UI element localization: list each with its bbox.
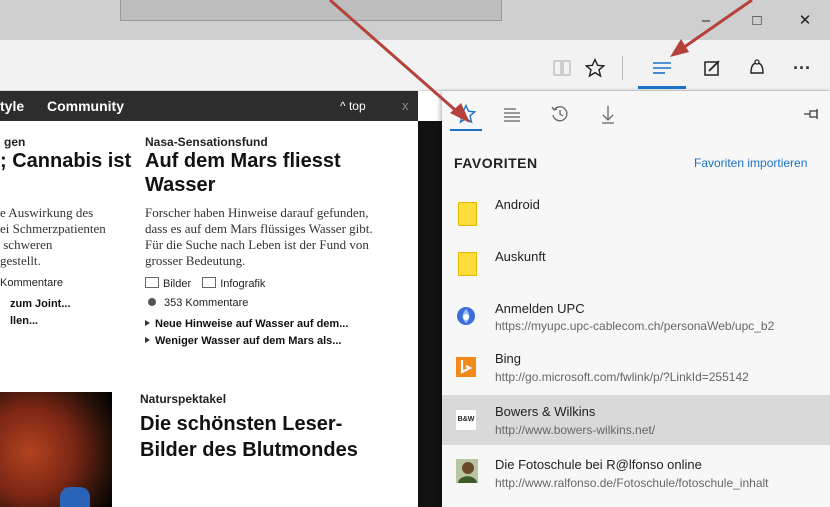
triangle-bullet-icon xyxy=(145,337,150,343)
left-article-headline[interactable]: ; Cannabis ist xyxy=(0,149,131,173)
article2-headline-line-1[interactable]: Die schönsten Leser- xyxy=(140,412,342,436)
hub-icon[interactable] xyxy=(648,54,676,82)
favorite-name: Die Fotoschule bei R@lfonso online xyxy=(495,457,702,472)
reading-list-tab-icon[interactable] xyxy=(498,100,526,128)
related-link-1[interactable]: Neue Hinweise auf Wasser auf dem... xyxy=(145,318,348,330)
favorite-url: http://www.ralfonso.de/Fotoschule/fotosc… xyxy=(495,476,769,490)
bilder-link[interactable]: Bilder xyxy=(163,278,191,290)
article-text-3: Für die Suche nach Leben ist der Fund vo… xyxy=(145,237,369,252)
article-headline-line-2[interactable]: Wasser xyxy=(145,173,215,197)
import-favorites-link[interactable]: Favoriten importieren xyxy=(694,156,807,170)
pin-icon[interactable] xyxy=(798,100,826,128)
bing-icon xyxy=(456,357,476,377)
close-button[interactable]: ✕ xyxy=(790,10,820,32)
page-dark-edge xyxy=(418,121,442,507)
folder-icon xyxy=(458,252,477,276)
favorite-item-bing[interactable]: Bing http://go.microsoft.com/fwlink/p/?L… xyxy=(442,345,830,395)
article-text-2: dass es auf dem Mars flüssiges Wasser gi… xyxy=(145,221,373,236)
favorite-item-auskunft[interactable]: Auskunft xyxy=(442,240,830,290)
favorite-url: https://myupc.upc-cablecom.ch/personaWeb… xyxy=(495,319,775,333)
folder-icon xyxy=(458,202,477,226)
favorite-item-bowers-wilkins[interactable]: B&W Bowers & Wilkins http://www.bowers-w… xyxy=(442,395,830,445)
downloads-tab-icon[interactable] xyxy=(594,100,622,128)
infographic-icon xyxy=(202,277,217,288)
article-headline-line-1[interactable]: Auf dem Mars fliesst xyxy=(145,149,341,173)
favorite-star-icon[interactable] xyxy=(581,54,609,82)
favorite-name: Android xyxy=(495,197,540,212)
left-related-link-2[interactable]: llen... xyxy=(10,315,38,327)
back-to-top-link[interactable]: ^ top xyxy=(340,99,366,113)
infografik-link[interactable]: Infografik xyxy=(220,278,265,290)
article2-headline-line-2[interactable]: Bilder des Blutmondes xyxy=(140,438,358,462)
article-text-4: grosser Bedeutung. xyxy=(145,253,246,268)
favorites-tab-indicator xyxy=(450,129,482,131)
favorites-heading: FAVORITEN xyxy=(454,155,538,171)
more-actions-button[interactable]: ··· xyxy=(788,54,816,82)
favorite-url: http://go.microsoft.com/fwlink/p/?LinkId… xyxy=(495,370,749,384)
web-note-icon[interactable] xyxy=(698,54,726,82)
blood-moon-image[interactable] xyxy=(0,392,112,507)
favorite-name: Auskunft xyxy=(495,249,546,264)
minimize-button[interactable]: – xyxy=(691,10,721,32)
favorites-tab-icon[interactable] xyxy=(452,100,480,128)
toolbar-divider xyxy=(622,56,623,80)
left-article-text-4: gestellt. xyxy=(0,253,41,268)
left-article-text-2: ei Schmerzpatienten xyxy=(0,221,106,236)
gallery-icon xyxy=(145,277,159,288)
active-tab[interactable] xyxy=(120,0,502,21)
related-link-2[interactable]: Weniger Wasser auf dem Mars als... xyxy=(145,335,341,347)
favorite-item-android[interactable]: Android xyxy=(442,190,830,240)
article-comments[interactable]: 353 Kommentare xyxy=(145,297,248,309)
triangle-bullet-icon xyxy=(145,320,150,326)
share-icon[interactable] xyxy=(743,54,771,82)
article-text-1: Forscher haben Hinweise darauf gefunden, xyxy=(145,205,369,220)
hub-active-indicator xyxy=(638,86,686,89)
reading-view-icon[interactable] xyxy=(548,54,576,82)
comment-icon xyxy=(148,298,156,306)
nav-link-community[interactable]: Community xyxy=(47,98,124,114)
bw-icon: B&W xyxy=(456,410,476,430)
article2-kicker: Naturspektakel xyxy=(140,392,227,406)
image-badge xyxy=(60,487,90,507)
favorite-name: Bing xyxy=(495,351,522,366)
nav-close-button[interactable]: x xyxy=(402,98,409,113)
left-article-text-1: e Auswirkung des xyxy=(0,205,94,220)
article-media-row: Bilder Infografik xyxy=(145,277,265,290)
favorite-name: Bowers & Wilkins xyxy=(495,404,596,419)
upc-icon xyxy=(456,306,476,326)
left-article-kicker: gen xyxy=(4,135,26,149)
comments-count[interactable]: 353 Kommentare xyxy=(164,297,248,309)
maximize-button[interactable]: □ xyxy=(742,10,772,32)
site-nav-bar: tyle Community ^ top x xyxy=(0,91,418,121)
article-kicker: Nasa-Sensationsfund xyxy=(145,135,268,149)
person-photo-icon xyxy=(456,459,478,483)
favorite-name: Anmelden UPC xyxy=(495,301,585,316)
history-tab-icon[interactable] xyxy=(546,100,574,128)
left-article-text-3: schweren xyxy=(0,237,53,252)
favorite-item-anmelden-upc[interactable]: Anmelden UPC https://myupc.upc-cablecom.… xyxy=(442,294,830,344)
left-article-comments[interactable]: Kommentare xyxy=(0,277,63,289)
favorite-item-fotoschule[interactable]: Die Fotoschule bei R@lfonso online http:… xyxy=(442,447,830,497)
favorite-url: http://www.bowers-wilkins.net/ xyxy=(495,423,656,437)
nav-link-style[interactable]: tyle xyxy=(0,98,24,114)
left-related-link-1[interactable]: zum Joint... xyxy=(10,298,71,310)
